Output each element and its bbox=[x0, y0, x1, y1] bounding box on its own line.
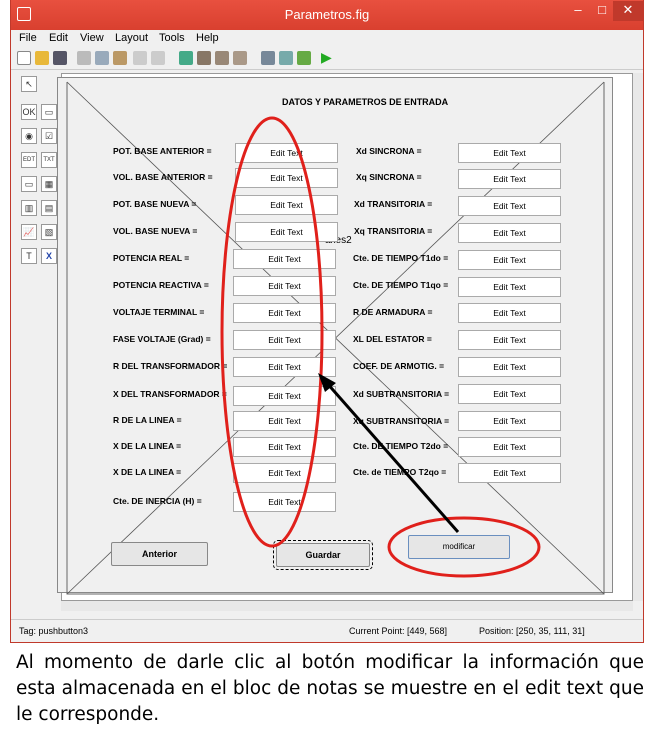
highlight-ellipse-modificar bbox=[387, 516, 541, 578]
pointer-arrow-line bbox=[324, 381, 460, 533]
highlight-ellipse-edit-texts bbox=[220, 116, 324, 548]
annotation-overlay bbox=[220, 116, 541, 578]
caption-text: Al momento de darle clic al botón modifi… bbox=[16, 652, 644, 725]
